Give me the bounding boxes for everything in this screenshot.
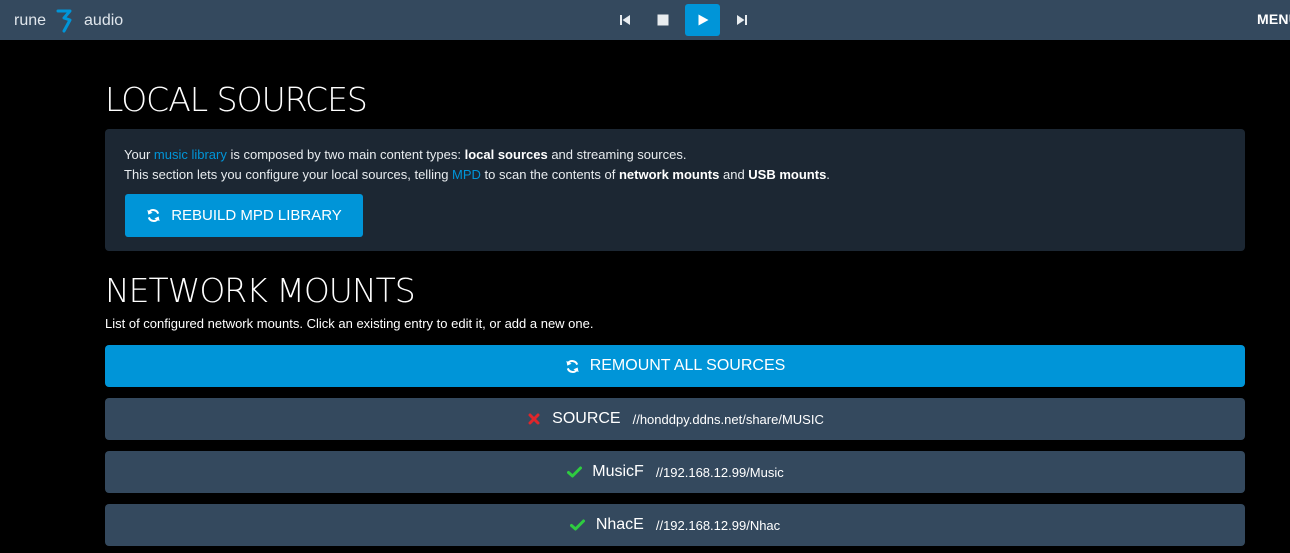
remount-all-sources-button[interactable]: REMOUNT ALL SOURCES <box>105 345 1245 387</box>
mount-path: //192.168.12.99/Nhac <box>655 517 781 533</box>
remount-label: REMOUNT ALL SOURCES <box>589 357 786 374</box>
info-line-1: Your music library is composed by two ma… <box>124 145 830 165</box>
rebuild-mpd-library-button[interactable]: REBUILD MPD LIBRARY <box>125 194 363 237</box>
music-library-link[interactable]: music library <box>154 147 227 162</box>
player-controls <box>606 4 761 36</box>
network-mount-item[interactable]: MusicF //192.168.12.99/Music <box>105 451 1245 493</box>
play-button[interactable] <box>685 4 720 36</box>
mount-path: //honddpy.ddns.net/share/MUSIC <box>632 411 824 427</box>
info-text-part: . <box>826 167 830 182</box>
brand-audio: audio <box>84 12 124 29</box>
info-bold-usb-mounts: USB mounts <box>748 167 827 182</box>
mount-name: NhacE <box>595 516 644 533</box>
info-text: Your music library is composed by two ma… <box>124 145 830 185</box>
check-icon <box>570 517 586 533</box>
menu-button[interactable]: MENU <box>1257 11 1290 27</box>
check-icon <box>566 464 582 480</box>
refresh-icon <box>147 209 160 222</box>
refresh-icon <box>566 359 579 373</box>
rebuild-label: REBUILD MPD LIBRARY <box>171 207 342 224</box>
next-button[interactable] <box>726 4 758 36</box>
info-text-part: is composed by two main content types: <box>226 147 465 162</box>
local-sources-info-panel: Your music library is composed by two ma… <box>105 129 1245 251</box>
info-line-2: This section lets you configure your loc… <box>124 165 830 185</box>
brand-logo[interactable]: rune audio <box>14 9 123 33</box>
top-navbar: rune audio MENU <box>0 0 1290 40</box>
info-text-part: This section lets you configure your loc… <box>124 167 453 182</box>
rune-logo-icon <box>56 9 72 33</box>
previous-icon <box>620 15 630 25</box>
next-icon <box>737 15 747 25</box>
previous-button[interactable] <box>609 4 641 36</box>
local-sources-heading: LOCAL SOURCES <box>105 80 368 119</box>
mount-path: //192.168.12.99/Music <box>655 464 784 480</box>
network-mounts-heading: NETWORK MOUNTS <box>105 271 416 310</box>
error-x-icon <box>526 411 542 427</box>
info-bold-local-sources: local sources <box>464 147 548 162</box>
network-mount-item[interactable]: SOURCE //honddpy.ddns.net/share/MUSIC <box>105 398 1245 440</box>
network-mounts-description: List of configured network mounts. Click… <box>105 316 594 331</box>
info-text-part: to scan the contents of <box>480 167 619 182</box>
network-mount-item[interactable]: NhacE //192.168.12.99/Nhac <box>105 504 1245 546</box>
info-bold-network-mounts: network mounts <box>618 167 720 182</box>
mpd-link[interactable]: MPD <box>452 167 481 182</box>
brand-rune: rune <box>14 12 47 29</box>
info-text-part: Your <box>124 147 154 162</box>
stop-icon <box>657 14 669 26</box>
mount-name: MusicF <box>592 463 644 480</box>
info-text-part: and streaming sources. <box>547 147 687 162</box>
play-icon <box>698 14 708 26</box>
stop-button[interactable] <box>647 4 679 36</box>
info-text-part: and <box>719 167 749 182</box>
mount-name: SOURCE <box>552 410 621 427</box>
